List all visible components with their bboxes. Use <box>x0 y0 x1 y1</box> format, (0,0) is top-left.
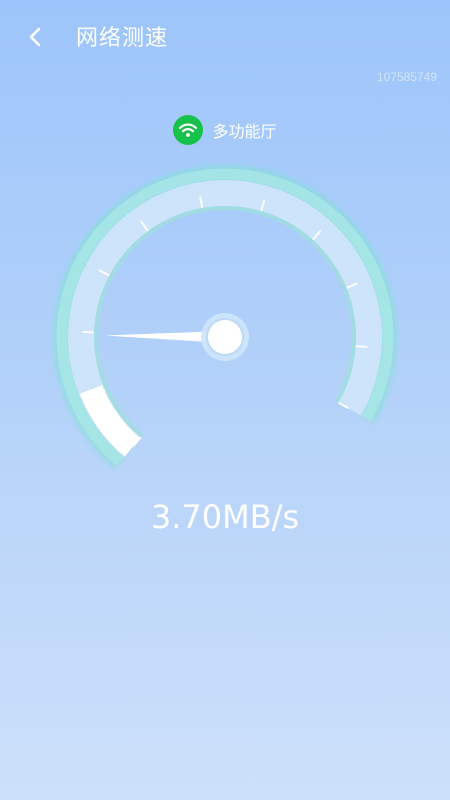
back-button[interactable] <box>18 20 52 54</box>
gauge-hub <box>206 318 244 356</box>
gauge-tick <box>355 345 368 348</box>
speed-value: 3.70MB/s <box>150 498 300 536</box>
network-info: 多功能厅 <box>0 114 450 146</box>
wifi-icon <box>179 123 198 137</box>
chevron-left-icon <box>29 27 41 47</box>
page-title: 网络测速 <box>76 26 169 51</box>
top-bar: 网络测速 <box>0 0 450 72</box>
wifi-badge <box>173 115 204 145</box>
device-id: 107585749 <box>376 70 437 84</box>
network-name: 多功能厅 <box>212 122 277 141</box>
speed-gauge <box>53 165 397 469</box>
